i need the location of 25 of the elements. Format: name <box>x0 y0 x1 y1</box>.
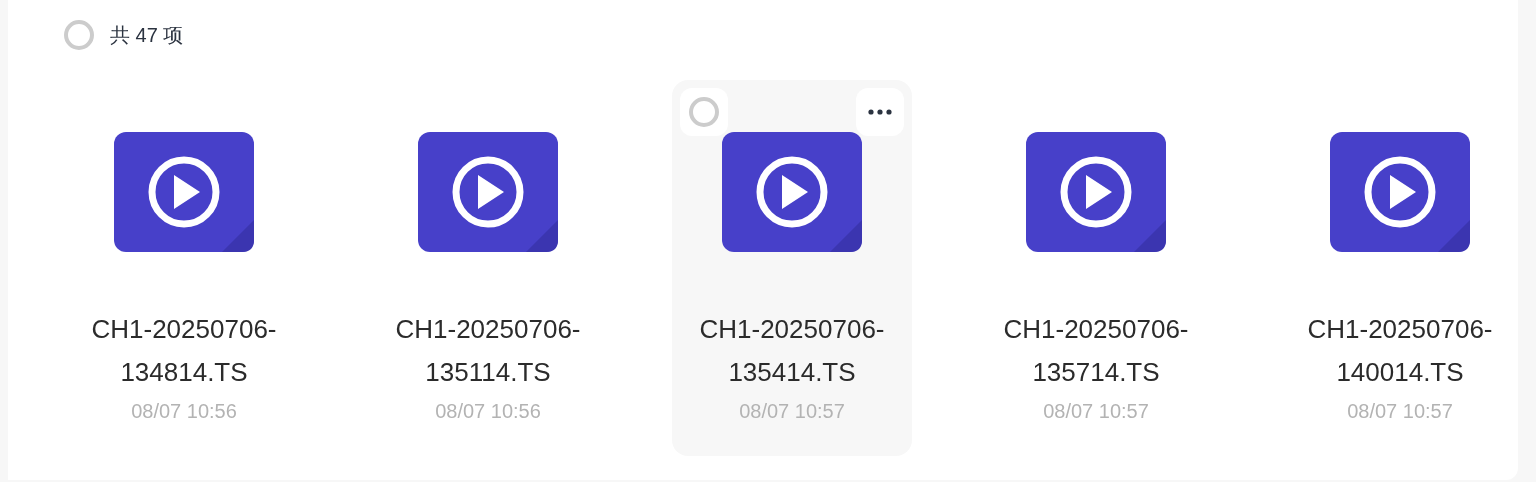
checkbox[interactable] <box>64 20 94 50</box>
video-file-icon <box>418 132 558 252</box>
file-date: 08/07 10:57 <box>1043 399 1149 424</box>
file-name: CH1-20250706-134814.TS <box>90 313 278 389</box>
file-card[interactable]: CH1-20250706-134814.TS 08/07 10:56 <box>64 80 304 456</box>
file-date: 08/07 10:57 <box>739 399 845 424</box>
file-name: CH1-20250706-135714.TS <box>1002 313 1190 389</box>
file-date: 08/07 10:56 <box>131 399 237 424</box>
file-name: CH1-20250706-135414.TS <box>698 313 886 389</box>
file-date: 08/07 10:57 <box>1347 399 1453 424</box>
video-file-icon <box>1330 132 1470 252</box>
more-icon <box>868 109 892 115</box>
video-file-icon <box>1026 132 1166 252</box>
file-card[interactable]: CH1-20250706-135714.TS 08/07 10:57 <box>976 80 1216 456</box>
item-count: 共 47 项 <box>110 23 184 48</box>
file-card[interactable]: CH1-20250706-140014.TS 08/07 10:57 <box>1280 80 1520 456</box>
file-name: CH1-20250706-140014.TS <box>1306 313 1494 389</box>
file-card[interactable]: CH1-20250706-135414.TS 08/07 10:57 <box>672 80 912 456</box>
more-button[interactable] <box>856 88 904 136</box>
checkbox[interactable] <box>689 97 719 127</box>
file-card[interactable]: CH1-20250706-135114.TS 08/07 10:56 <box>368 80 608 456</box>
file-name: CH1-20250706-135114.TS <box>394 313 582 389</box>
video-file-icon <box>114 132 254 252</box>
video-file-icon <box>722 132 862 252</box>
file-date: 08/07 10:56 <box>435 399 541 424</box>
